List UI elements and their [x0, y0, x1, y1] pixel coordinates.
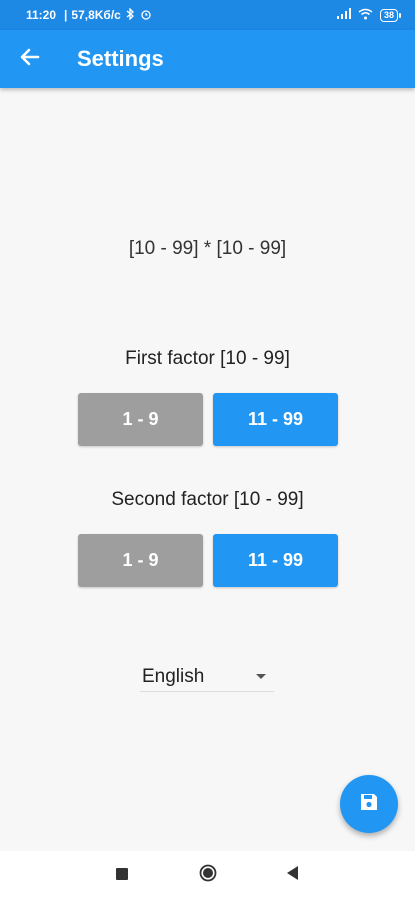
- system-nav-bar: [0, 851, 415, 900]
- language-dropdown[interactable]: English: [140, 662, 274, 692]
- battery-icon: 38: [379, 8, 401, 22]
- status-divider: |: [64, 8, 68, 22]
- network-speed: 57,8Kб/c: [71, 8, 121, 22]
- circle-home-icon: [199, 864, 217, 887]
- wifi-icon: [358, 8, 373, 23]
- dropdown-arrow-icon: [256, 674, 266, 679]
- signal-icon: [336, 8, 351, 22]
- language-selected: English: [142, 665, 205, 687]
- formula-display: [10 - 99] * [10 - 99]: [128, 238, 287, 259]
- page-title: Settings: [77, 46, 164, 71]
- status-time: 11:20: [26, 8, 57, 22]
- bluetooth-icon: [125, 6, 136, 23]
- first-factor-label: First factor [10 - 99]: [125, 348, 290, 369]
- back-button[interactable]: [0, 30, 60, 88]
- recents-button[interactable]: [107, 861, 137, 891]
- app-bar: Settings: [0, 30, 415, 88]
- first-factor-option-11-99[interactable]: 11 - 99: [213, 393, 338, 446]
- battery-level: 38: [379, 8, 398, 22]
- status-right: 38: [336, 8, 401, 23]
- save-button[interactable]: [340, 775, 398, 833]
- square-recents-icon: [116, 867, 128, 885]
- arrow-back-icon: [20, 48, 40, 71]
- second-factor-option-1-9[interactable]: 1 - 9: [78, 534, 203, 587]
- first-factor-option-1-9[interactable]: 1 - 9: [78, 393, 203, 446]
- save-icon: [359, 792, 379, 817]
- alarm-icon: [140, 8, 152, 23]
- home-button[interactable]: [193, 861, 223, 891]
- system-back-button[interactable]: [278, 861, 308, 891]
- status-bar: 11:20 | 57,8Kб/c 38: [0, 0, 415, 30]
- first-factor-options: 1 - 9 11 - 99: [78, 393, 338, 446]
- second-factor-option-11-99[interactable]: 11 - 99: [213, 534, 338, 587]
- second-factor-options: 1 - 9 11 - 99: [78, 534, 338, 587]
- status-left: 11:20 | 57,8Kб/c: [26, 6, 152, 23]
- triangle-back-icon: [287, 866, 299, 885]
- second-factor-label: Second factor [10 - 99]: [111, 489, 304, 510]
